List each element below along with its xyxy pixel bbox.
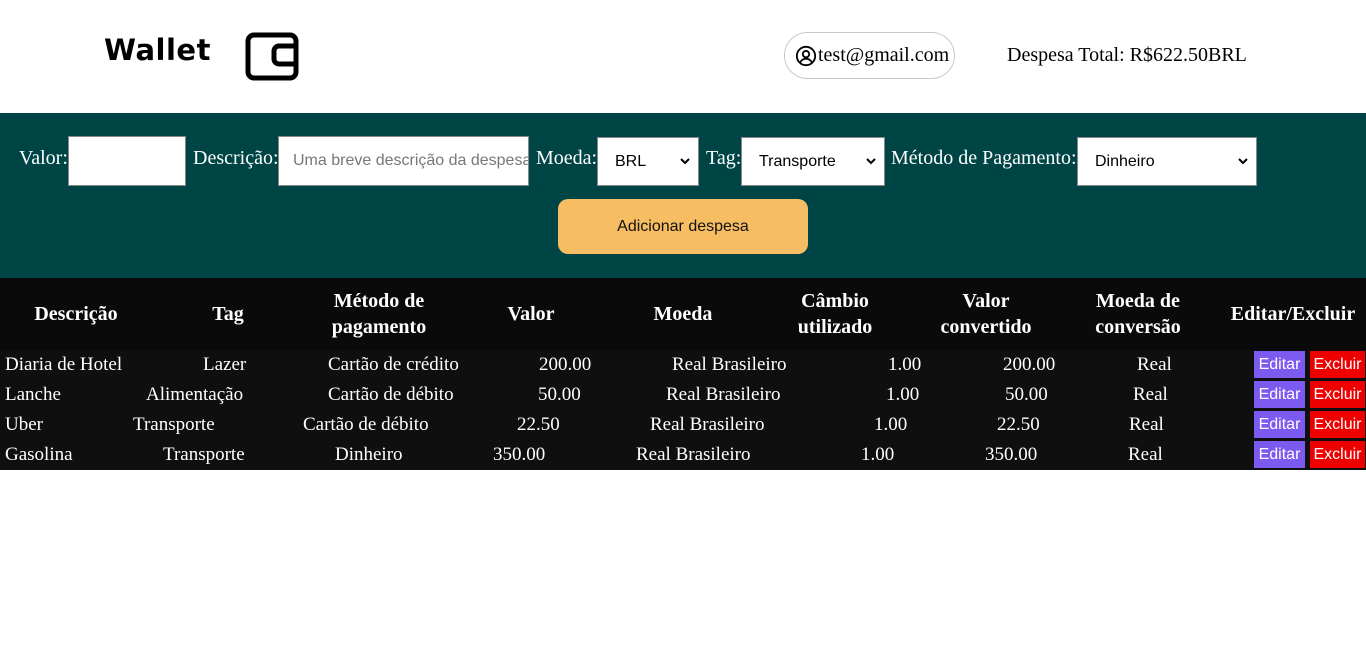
add-expense-button[interactable]: Adicionar despesa: [558, 199, 808, 254]
cell-conversao: Real: [1137, 354, 1172, 375]
header-conversao: Moeda de conversão: [1095, 290, 1181, 338]
logo-text: Wallet: [104, 33, 211, 67]
cell-valor: 50.00: [538, 384, 581, 405]
tag-label: Tag:: [706, 147, 742, 169]
cell-valor: 22.50: [517, 414, 560, 435]
cell-metodo: Dinheiro: [335, 444, 403, 465]
table-header: Descrição Tag Método de pagamento Valor …: [0, 278, 1366, 350]
cell-tag: Alimentação: [146, 384, 244, 405]
cell-descricao: Uber: [5, 414, 43, 435]
cell-valor: 200.00: [539, 354, 592, 375]
cell-descricao: Gasolina: [5, 444, 73, 465]
header-tag: Tag: [212, 303, 244, 325]
delete-button[interactable]: Excluir: [1310, 441, 1365, 468]
metodo-selected: Dinheiro: [1095, 152, 1155, 170]
descricao-label: Descrição:: [193, 147, 279, 169]
cell-valor: 350.00: [493, 444, 546, 465]
wallet-icon: [245, 32, 299, 81]
user-email-badge: test@gmail.com: [784, 32, 955, 79]
valor-label: Valor:: [19, 147, 68, 169]
cell-cambio: 1.00: [861, 444, 895, 465]
user-circle-icon: [795, 45, 817, 66]
cell-metodo: Cartão de crédito: [328, 354, 459, 375]
valor-input[interactable]: [68, 136, 186, 186]
header-descricao: Descrição: [34, 303, 118, 325]
moeda-label: Moeda:: [536, 147, 598, 169]
delete-button[interactable]: Excluir: [1310, 411, 1365, 438]
table-body: Diaria de Hotel Lazer Cartão de crédito …: [0, 350, 1366, 470]
cell-conversao: Real: [1128, 444, 1163, 465]
cell-moeda: Real Brasileiro: [650, 414, 765, 435]
cell-conversao: Real: [1133, 384, 1168, 405]
edit-button[interactable]: Editar: [1254, 441, 1305, 468]
table-row: Lanche Alimentação Cartão de débito 50.0…: [0, 380, 1366, 410]
header: Wallet test@gmail.com Despesa Total: R$6…: [0, 0, 1366, 113]
cell-metodo: Cartão de débito: [328, 384, 454, 405]
moeda-select[interactable]: BRL: [597, 137, 699, 186]
cell-cambio: 1.00: [886, 384, 920, 405]
header-valor: Valor: [507, 303, 555, 325]
delete-button[interactable]: Excluir: [1310, 381, 1365, 408]
cell-tag: Transporte: [133, 414, 215, 435]
cell-metodo: Cartão de débito: [303, 414, 429, 435]
cell-moeda: Real Brasileiro: [636, 444, 751, 465]
user-email: test@gmail.com: [818, 44, 950, 66]
header-acoes: Editar/Excluir: [1230, 303, 1356, 325]
table-row: Diaria de Hotel Lazer Cartão de crédito …: [0, 350, 1366, 380]
tag-selected: Transporte: [759, 152, 836, 170]
descricao-input[interactable]: Uma breve descrição da despesa: [278, 136, 529, 186]
cell-moeda: Real Brasileiro: [666, 384, 781, 405]
cell-descricao: Diaria de Hotel: [5, 354, 123, 375]
metodo-select[interactable]: Dinheiro: [1077, 137, 1257, 186]
tag-select[interactable]: Transporte: [741, 137, 885, 186]
total-expense: Despesa Total: R$622.50BRL: [1007, 44, 1247, 66]
cell-tag: Lazer: [203, 354, 247, 375]
edit-button[interactable]: Editar: [1254, 411, 1305, 438]
header-moeda: Moeda: [653, 303, 713, 325]
expense-form: Valor: Descrição: Uma breve descrição da…: [0, 113, 1366, 278]
cell-convertido: 350.00: [985, 444, 1038, 465]
chevron-down-icon: [866, 158, 876, 165]
cell-conversao: Real: [1129, 414, 1164, 435]
table-row: Gasolina Transporte Dinheiro 350.00 Real…: [0, 440, 1366, 470]
expenses-table: Descrição Tag Método de pagamento Valor …: [0, 278, 1366, 470]
cell-descricao: Lanche: [5, 384, 61, 405]
cell-tag: Transporte: [163, 444, 245, 465]
cell-moeda: Real Brasileiro: [672, 354, 787, 375]
chevron-down-icon: [680, 158, 690, 165]
table-row: Uber Transporte Cartão de débito 22.50 R…: [0, 410, 1366, 440]
cell-convertido: 50.00: [1005, 384, 1048, 405]
descricao-placeholder: Uma breve descrição da despesa: [293, 152, 529, 169]
moeda-selected: BRL: [615, 152, 647, 170]
header-cambio: Câmbio utilizado: [797, 290, 873, 338]
header-convertido: Valor convertido: [940, 290, 1032, 338]
cell-convertido: 22.50: [997, 414, 1040, 435]
delete-button[interactable]: Excluir: [1310, 351, 1365, 378]
edit-button[interactable]: Editar: [1254, 381, 1305, 408]
cell-cambio: 1.00: [874, 414, 908, 435]
metodo-label: Método de Pagamento:: [891, 147, 1077, 169]
chevron-down-icon: [1238, 158, 1248, 165]
cell-cambio: 1.00: [888, 354, 922, 375]
cell-convertido: 200.00: [1003, 354, 1056, 375]
edit-button[interactable]: Editar: [1254, 351, 1305, 378]
header-metodo: Método de pagamento: [331, 290, 427, 338]
